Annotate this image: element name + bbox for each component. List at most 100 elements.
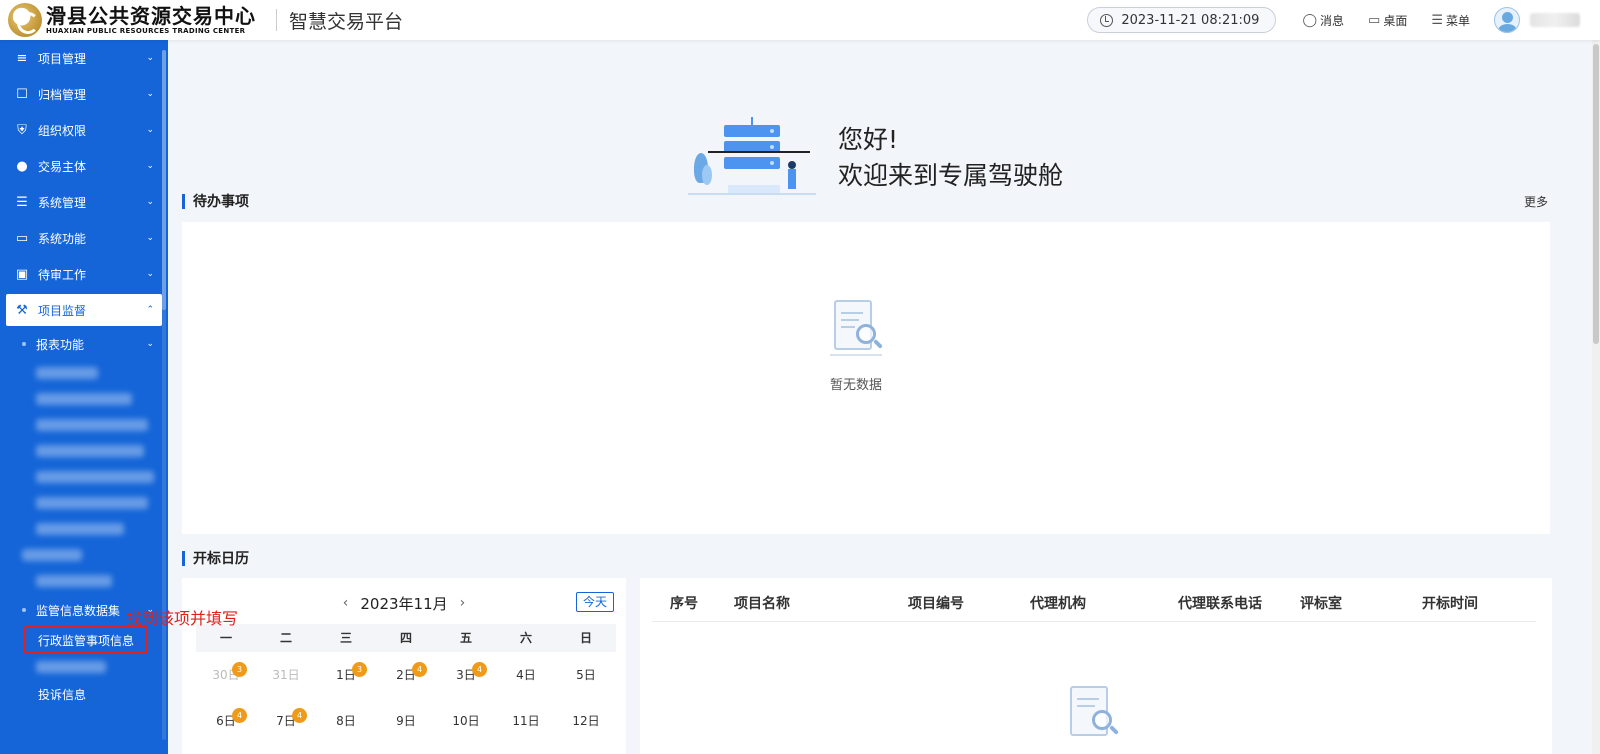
desktop-button[interactable]: ▭ 桌面	[1368, 12, 1407, 29]
sidebar-sub-label: 报表功能	[36, 337, 85, 352]
calendar-day-label: 9日	[396, 714, 416, 728]
weekday-sun: 日	[579, 631, 592, 645]
redacted-menu-item[interactable]	[36, 464, 154, 490]
user-avatar[interactable]	[1494, 7, 1520, 33]
list-icon: ☰	[1431, 12, 1443, 28]
bid-opening-calendar: ‹ 2023年11月 › 今天 一 二 三 四 五 六 日 30日 3 31日 1日 3…	[182, 578, 626, 754]
welcome-banner: 您好! 欢迎来到专属驾驶舱	[688, 98, 1108, 218]
welcome-message: 欢迎来到专属驾驶舱	[838, 161, 1064, 190]
users-icon: ●	[16, 158, 28, 174]
redacted-menu-item[interactable]	[36, 568, 154, 594]
main-content: 您好! 欢迎来到专属驾驶舱 待办事项 更多 暂无数据 开标日历 ‹ 2023年1…	[168, 40, 1600, 754]
col-project-name: 项目名称	[734, 596, 790, 612]
empty-state: 暂无数据	[826, 298, 886, 393]
bullet-dot	[22, 608, 26, 612]
logo-name-cn: 滑县公共资源交易中心	[46, 3, 256, 28]
calendar-day[interactable]: 3日 4	[436, 658, 496, 704]
calendar-day[interactable]: 1日 3	[316, 658, 376, 704]
weekday-wed: 三	[339, 631, 352, 645]
calendar-day[interactable]: 5日	[556, 658, 616, 704]
calendar-day-label: 12日	[572, 714, 600, 728]
logo[interactable]: 滑县公共资源交易中心 HUAXIAN PUBLIC RESOURCES TRAD…	[0, 0, 270, 40]
calendar-day-label: 11日	[512, 714, 540, 728]
username-redacted[interactable]	[1530, 13, 1580, 27]
col-agency: 代理机构	[1030, 596, 1086, 612]
redacted-menu-item[interactable]	[36, 490, 154, 516]
calendar-day[interactable]: 31日	[256, 658, 316, 704]
more-link[interactable]: 更多	[1524, 193, 1548, 210]
messages-label: 消息	[1320, 13, 1345, 28]
sidebar-item-project-supervision[interactable]: ⚒ 项目监督 ⌃	[6, 294, 162, 326]
redacted-menu-item[interactable]	[36, 438, 154, 464]
menu-button[interactable]: ☰ 菜单	[1431, 12, 1470, 29]
sidebar-leaf-admin-supervision-info[interactable]: 行政监管事项信息	[24, 626, 148, 654]
calendar-day-count-badge: 3	[232, 662, 247, 677]
redacted-menu-item[interactable]	[36, 516, 154, 542]
sidebar-item-system-management[interactable]: ☰ 系统管理 ⌄	[0, 184, 168, 220]
sidebar-item-org-permissions[interactable]: ⛨ 组织权限 ⌄	[0, 112, 168, 148]
calendar-day-label: 4日	[516, 668, 536, 682]
calendar-day[interactable]: 2日 4	[376, 658, 436, 704]
redacted-menu-item[interactable]	[36, 360, 154, 386]
monitor-icon: ▭	[15, 230, 29, 246]
sidebar: ≡ 项目管理 ⌄ ☐ 归档管理 ⌄ ⛨ 组织权限 ⌄ ● 交易主体 ⌄ ☰ 系统…	[0, 40, 168, 754]
server-illustration-icon	[688, 113, 818, 203]
archive-icon: ☐	[16, 86, 28, 102]
calendar-weekday-header: 一 二 三 四 五 六 日	[196, 624, 616, 652]
calendar-day[interactable]: 12日	[556, 704, 616, 750]
logo-name-en: HUAXIAN PUBLIC RESOURCES TRADING CENTER	[46, 26, 246, 35]
logo-emblem-icon	[8, 3, 42, 37]
calendar-day[interactable]: 10日	[436, 704, 496, 750]
redacted-menu-item[interactable]	[36, 412, 154, 438]
redacted-menu-item[interactable]	[36, 386, 154, 412]
calendar-day[interactable]: 30日 3	[196, 658, 256, 704]
sidebar-item-label: 交易主体	[38, 159, 87, 174]
chevron-up-icon: ⌃	[146, 305, 154, 315]
sidebar-scrollbar[interactable]	[162, 50, 166, 740]
todo-panel: 暂无数据	[182, 222, 1550, 534]
calendar-day[interactable]: 6日 4	[196, 704, 256, 750]
chevron-down-icon: ⌄	[146, 89, 154, 99]
redacted-menu-item[interactable]	[36, 654, 154, 680]
sidebar-leaf-complaint-info[interactable]: 投诉信息	[0, 680, 168, 708]
redacted-menu-item[interactable]	[22, 542, 154, 568]
gavel-icon: ⚒	[16, 302, 28, 318]
messages-button[interactable]: ◯ 消息	[1302, 12, 1344, 29]
calendar-icon: ▣	[15, 266, 29, 282]
sidebar-sub-report-functions[interactable]: 报表功能 ⌄	[0, 328, 168, 360]
col-index: 序号	[670, 596, 698, 612]
today-button[interactable]: 今天	[575, 592, 614, 612]
chevron-down-icon: ⌄	[146, 269, 154, 279]
calendar-title-text: 开标日历	[193, 551, 249, 567]
next-month-chevron-right-icon[interactable]: ›	[460, 595, 466, 611]
shield-icon: ⛨	[17, 122, 27, 138]
calendar-day-label: 10日	[452, 714, 480, 728]
sidebar-item-system-functions[interactable]: ▭ 系统功能 ⌄	[0, 220, 168, 256]
no-data-search-icon	[826, 298, 886, 360]
sidebar-item-trading-entity[interactable]: ● 交易主体 ⌄	[0, 148, 168, 184]
calendar-day[interactable]: 11日	[496, 704, 556, 750]
sidebar-item-pending-review[interactable]: ▣ 待审工作 ⌄	[0, 256, 168, 292]
calendar-day[interactable]: 4日	[496, 658, 556, 704]
prev-month-chevron-left-icon[interactable]: ‹	[343, 595, 349, 611]
col-evaluation-room: 评标室	[1300, 596, 1342, 612]
page-scrollbar[interactable]	[1592, 40, 1600, 754]
calendar-month: 2023年11月	[360, 594, 448, 613]
calendar-day-label: 31日	[272, 668, 300, 682]
sidebar-item-archive-management[interactable]: ☐ 归档管理 ⌄	[0, 76, 168, 112]
calendar-day-label: 5日	[576, 668, 596, 682]
chevron-down-icon: ⌄	[146, 161, 154, 171]
bell-icon: ◯	[1302, 12, 1317, 28]
datetime-display: 2023-11-21 08:21:09	[1087, 7, 1277, 33]
weekday-thu: 四	[399, 631, 412, 645]
sidebar-item-label: 归档管理	[38, 87, 87, 102]
calendar-day[interactable]: 8日	[316, 704, 376, 750]
sidebar-item-project-management[interactable]: ≡ 项目管理 ⌄	[0, 40, 168, 76]
sidebar-item-label: 组织权限	[38, 123, 87, 138]
header-divider	[276, 9, 277, 31]
todo-title-text: 待办事项	[193, 194, 249, 210]
calendar-day[interactable]: 7日 4	[256, 704, 316, 750]
bid-opening-table: 序号 项目名称 项目编号 代理机构 代理联系电话 评标室 开标时间	[640, 578, 1552, 754]
calendar-day-count-badge: 4	[292, 708, 307, 723]
calendar-day[interactable]: 9日	[376, 704, 436, 750]
